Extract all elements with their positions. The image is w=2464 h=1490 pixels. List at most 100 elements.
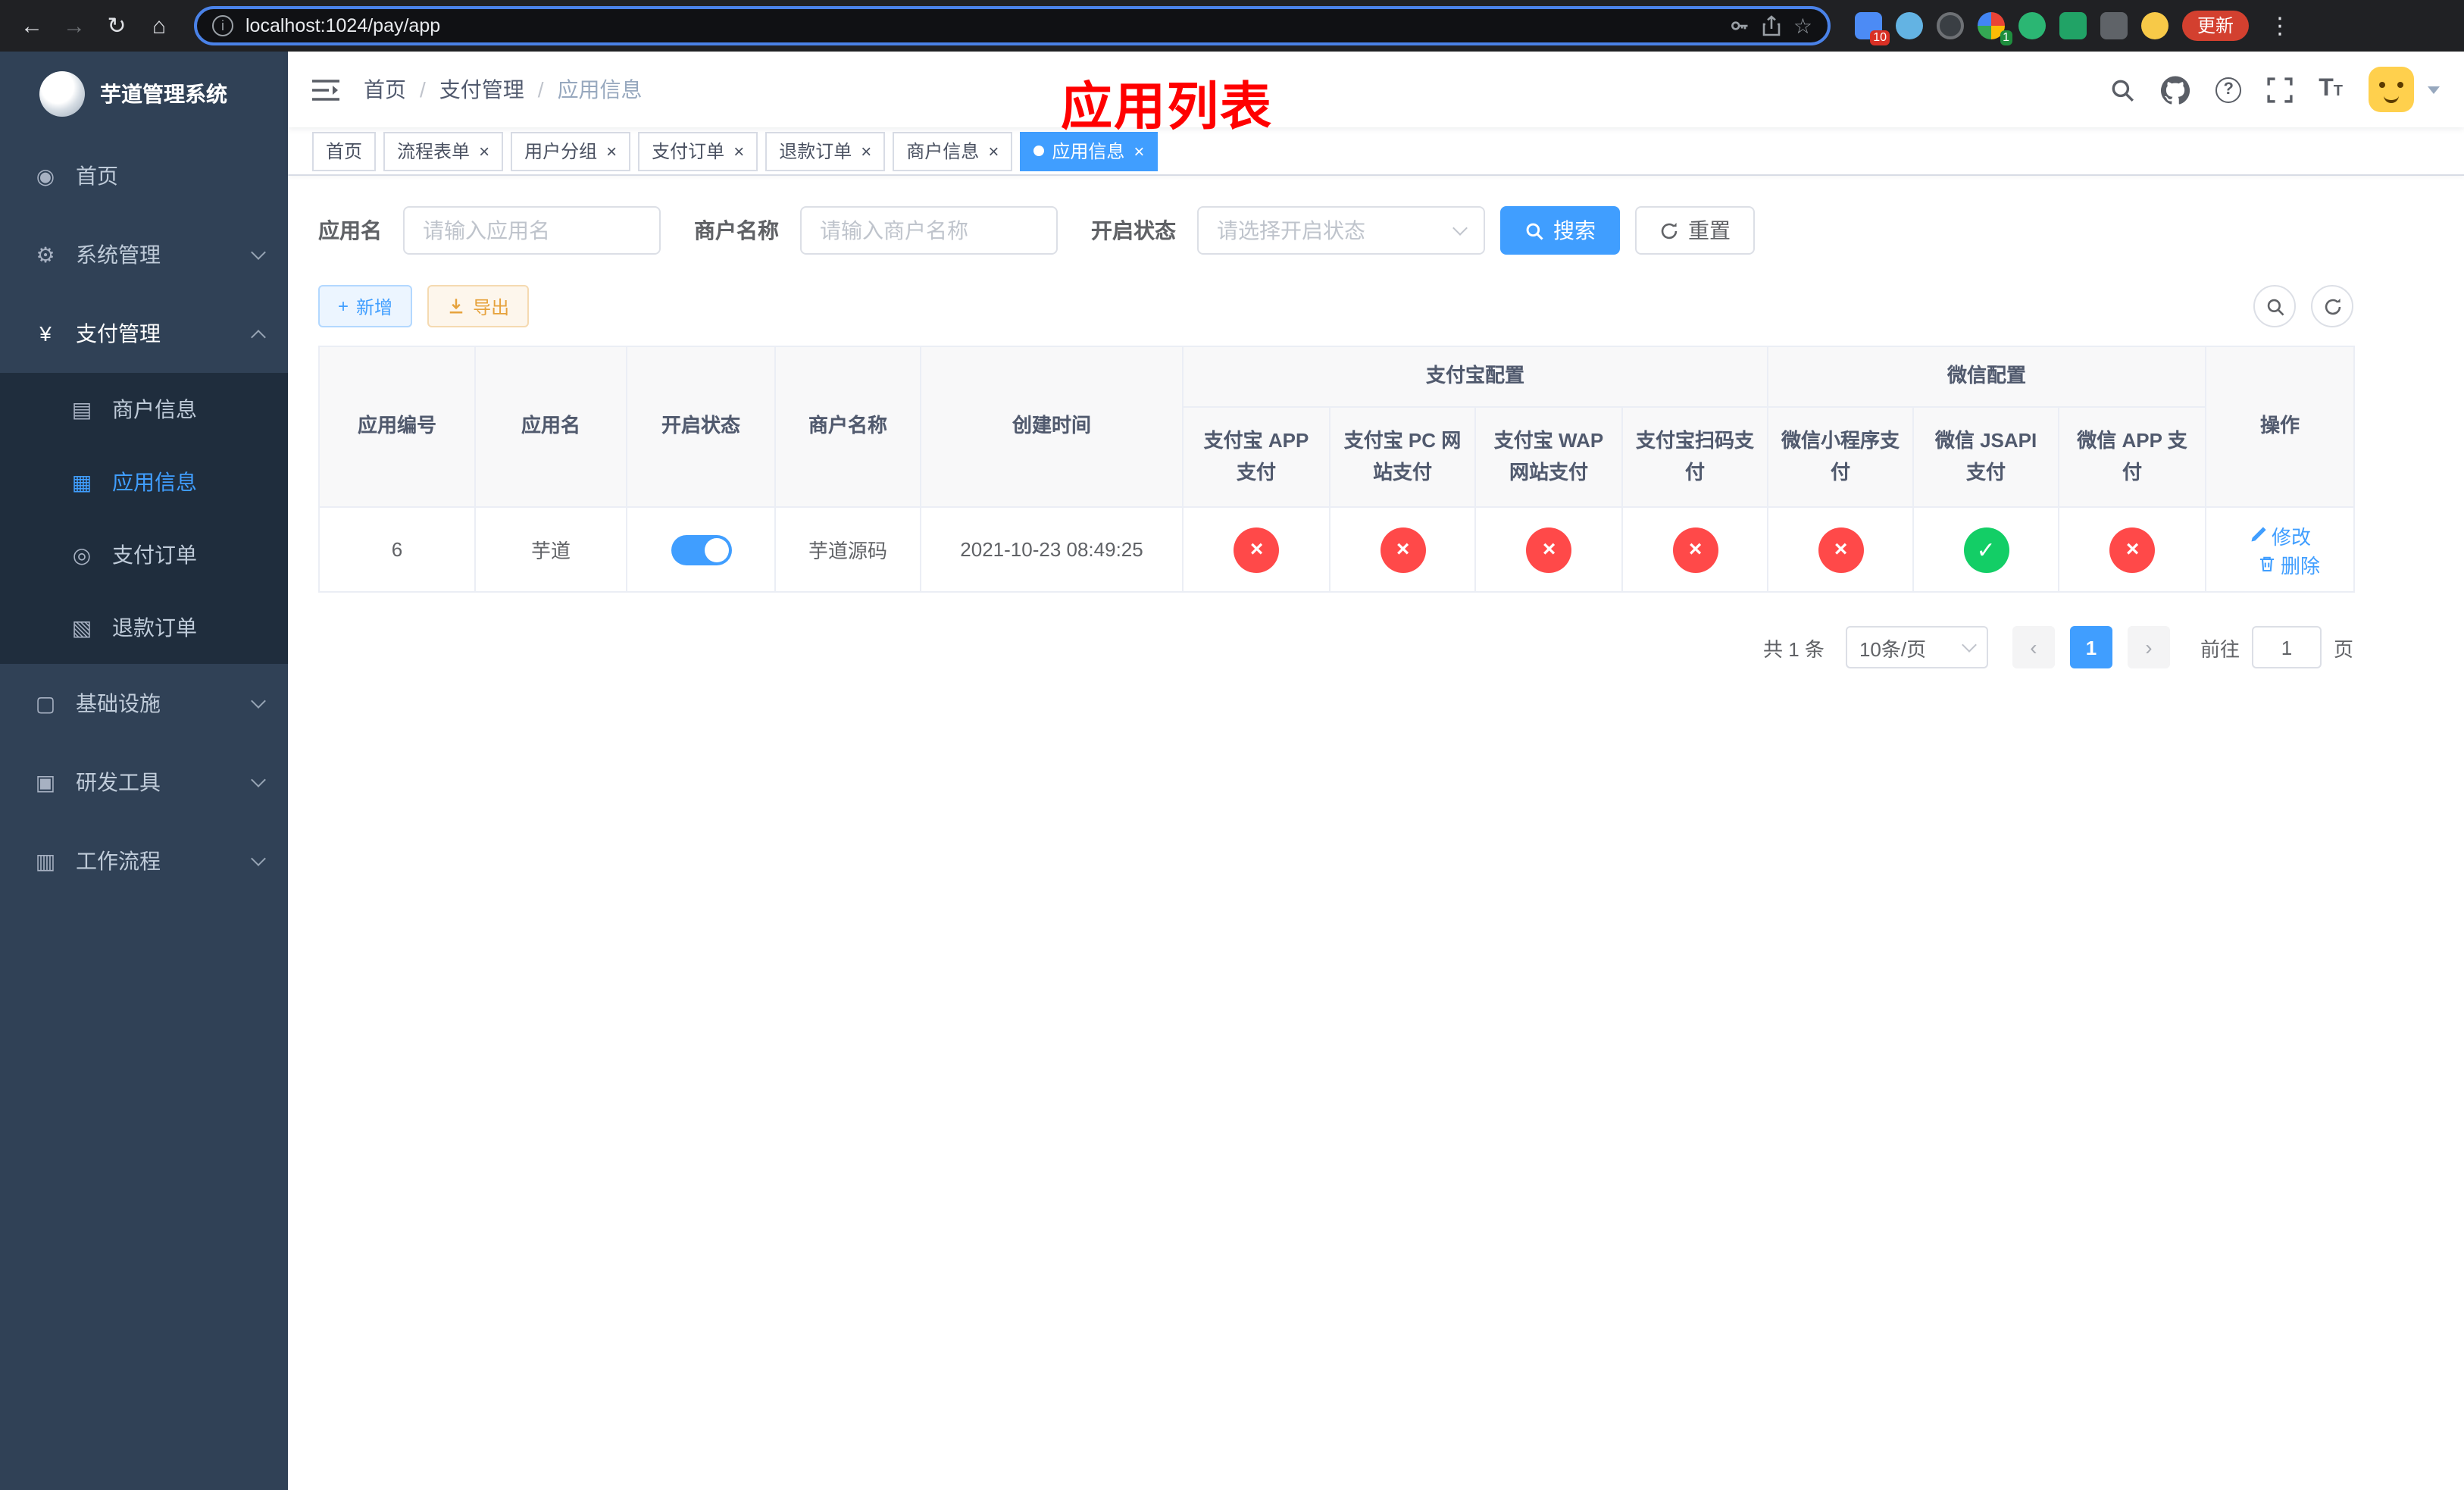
goto-page-input[interactable] — [2251, 626, 2322, 668]
sidebar-item-workflow[interactable]: ▥ 工作流程 — [0, 822, 288, 900]
extension-icon[interactable] — [2018, 12, 2046, 39]
browser-forward-icon[interactable]: → — [55, 6, 94, 45]
browser-menu-icon[interactable]: ⋮ — [2262, 12, 2297, 39]
closed-status-icon: × — [1672, 527, 1718, 572]
merchant-name-input[interactable] — [800, 206, 1058, 255]
add-button[interactable]: + 新增 — [318, 285, 413, 327]
browser-back-icon[interactable]: ← — [12, 6, 52, 45]
browser-home-icon[interactable]: ⌂ — [139, 6, 179, 45]
tab-merchant-info[interactable]: 商户信息 × — [893, 131, 1013, 171]
cell-status — [626, 506, 776, 593]
tab-user-group[interactable]: 用户分组 × — [511, 131, 631, 171]
flow-icon: ▥ — [35, 848, 56, 872]
site-info-icon[interactable]: i — [212, 15, 233, 36]
extension-icon[interactable]: 10 — [1855, 12, 1890, 45]
closed-status-icon: × — [2109, 527, 2156, 572]
breadcrumb-item[interactable]: 支付管理 — [439, 74, 524, 105]
sidebar-item-pay-order[interactable]: ◎ 支付订单 — [0, 518, 288, 591]
sidebar-item-infra[interactable]: ▢ 基础设施 — [0, 664, 288, 743]
status-toggle[interactable] — [671, 534, 731, 565]
sidebar-item-label: 应用信息 — [112, 470, 197, 494]
sidebar-item-label: 系统管理 — [76, 243, 161, 267]
edit-link[interactable]: 修改 — [2249, 521, 2311, 549]
extension-icon[interactable] — [1937, 12, 1964, 39]
tab-close-icon[interactable]: × — [988, 142, 999, 160]
chevron-up-icon — [251, 329, 266, 344]
page-size-value: 10条/页 — [1859, 637, 1927, 660]
column-header-wechat-lite: 微信小程序支付 — [1767, 406, 1915, 508]
tab-home[interactable]: 首页 — [312, 131, 377, 171]
share-icon[interactable] — [1763, 15, 1781, 36]
prev-page-button[interactable]: ‹ — [2012, 626, 2055, 668]
address-bar[interactable]: i localhost:1024/pay/app ☆ — [194, 6, 1831, 45]
reset-button[interactable]: 重置 — [1635, 206, 1755, 255]
breadcrumb-item[interactable]: 首页 — [364, 74, 406, 105]
next-page-button[interactable]: › — [2127, 626, 2170, 668]
sidebar-item-merchant-info[interactable]: ▤ 商户信息 — [0, 373, 288, 446]
browser-update-button[interactable]: 更新 — [2182, 11, 2250, 41]
tab-process-form[interactable]: 流程表单 × — [383, 131, 504, 171]
user-avatar[interactable] — [2369, 67, 2414, 112]
sidebar-item-label: 退款订单 — [112, 615, 197, 640]
sidebar-item-system[interactable]: ⚙ 系统管理 — [0, 215, 288, 294]
cell-alipay-pc: × — [1329, 506, 1476, 593]
status-label: 开启状态 — [1091, 218, 1176, 243]
tab-close-icon[interactable]: × — [479, 142, 489, 160]
sidebar-item-home[interactable]: ◉ 首页 — [0, 136, 288, 215]
help-icon[interactable]: ? — [2215, 77, 2242, 102]
show-search-toggle-icon[interactable] — [2253, 285, 2296, 327]
status-select[interactable]: 请选择开启状态 — [1197, 206, 1485, 255]
font-size-icon[interactable]: TT — [2319, 77, 2343, 102]
column-header-actions: 操作 — [2205, 346, 2356, 508]
browser-reload-icon[interactable]: ↻ — [97, 6, 136, 45]
tab-close-icon[interactable]: × — [733, 142, 744, 160]
page-number-button[interactable]: 1 — [2069, 626, 2112, 668]
app-name-input[interactable] — [403, 206, 661, 255]
column-header-alipay-pc: 支付宝 PC 网站支付 — [1329, 406, 1476, 508]
sidebar-item-payment[interactable]: ¥ 支付管理 — [0, 294, 288, 373]
fullscreen-icon[interactable] — [2267, 77, 2293, 102]
bookmark-star-icon[interactable]: ☆ — [1793, 13, 1812, 39]
sidebar-item-refund-order[interactable]: ▧ 退款订单 — [0, 591, 288, 664]
export-button[interactable]: 导出 — [427, 285, 530, 327]
tab-pay-order[interactable]: 支付订单 × — [638, 131, 758, 171]
column-header-status: 开启状态 — [626, 346, 776, 508]
annotation-title: 应用列表 — [1061, 79, 1273, 136]
extension-icon[interactable] — [1896, 12, 1923, 39]
emoji-extension-icon[interactable] — [2141, 12, 2169, 39]
breadcrumb: 首页 / 支付管理 / 应用信息 — [364, 74, 643, 105]
url-text: localhost:1024/pay/app — [245, 15, 441, 36]
extension-icon[interactable]: 1 — [1978, 12, 2012, 45]
export-button-label: 导出 — [473, 296, 510, 318]
tab-label: 商户信息 — [906, 141, 980, 162]
password-key-icon[interactable] — [1730, 15, 1751, 36]
tab-close-icon[interactable]: × — [861, 142, 871, 160]
github-icon[interactable] — [2161, 75, 2190, 104]
extension-badge: 10 — [1870, 30, 1890, 45]
sidebar-item-label: 研发工具 — [76, 770, 161, 794]
browser-toolbar: ← → ↻ ⌂ i localhost:1024/pay/app ☆ 10 1 — [0, 0, 2464, 52]
column-header-wechat-app: 微信 APP 支付 — [2058, 406, 2207, 508]
search-icon[interactable] — [2109, 77, 2135, 102]
tab-close-icon[interactable]: × — [1134, 142, 1144, 160]
column-header-app-id: 应用编号 — [318, 346, 476, 508]
search-button[interactable]: 搜索 — [1500, 206, 1620, 255]
breadcrumb-item-current: 应用信息 — [557, 77, 643, 102]
sidebar-item-dev-tools[interactable]: ▣ 研发工具 — [0, 743, 288, 822]
tab-label: 流程表单 — [397, 141, 471, 162]
column-header-alipay-app: 支付宝 APP 支付 — [1182, 406, 1330, 508]
tab-close-icon[interactable]: × — [606, 142, 617, 160]
column-header-create-time: 创建时间 — [920, 346, 1184, 508]
puzzle-extension-icon[interactable] — [2100, 12, 2128, 39]
refresh-icon[interactable] — [2311, 285, 2353, 327]
delete-link[interactable]: 删除 — [2258, 549, 2320, 578]
collapse-sidebar-icon[interactable] — [312, 78, 339, 101]
page-size-select[interactable]: 10条/页 — [1845, 626, 1988, 668]
extension-icon[interactable] — [2059, 12, 2087, 39]
cell-create-time: 2021-10-23 08:49:25 — [920, 506, 1184, 593]
sidebar-item-app-info[interactable]: ▦ 应用信息 — [0, 446, 288, 518]
tab-refund-order[interactable]: 退款订单 × — [765, 131, 886, 171]
avatar-dropdown-caret-icon[interactable] — [2428, 86, 2440, 93]
app-logo-area: 芋道管理系统 — [0, 52, 288, 136]
app-table: 应用编号 应用名 开启状态 商户名称 创建时间 支付宝配置 微信配置 操作 支付… — [318, 346, 2356, 593]
